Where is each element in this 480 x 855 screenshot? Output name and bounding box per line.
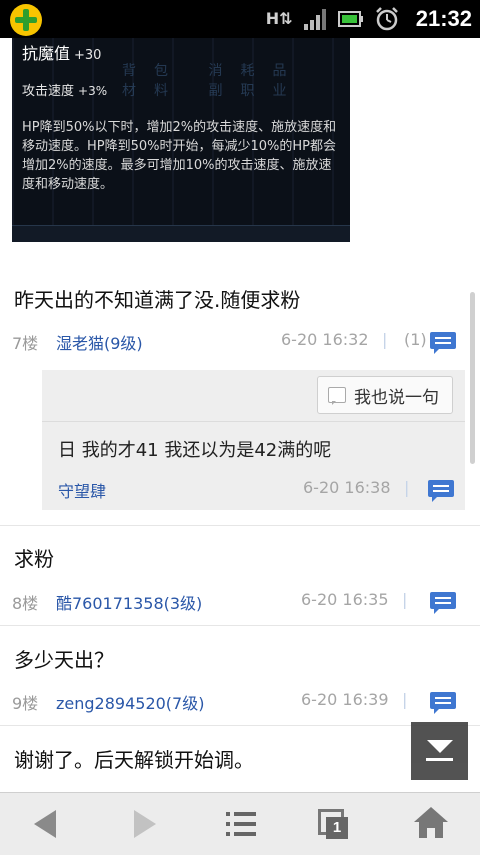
windows-count: 1 bbox=[326, 817, 348, 839]
floor-number: 9楼 bbox=[12, 694, 39, 713]
app-plus-icon bbox=[10, 4, 42, 36]
say-button-label: 我也说一句 bbox=[354, 387, 439, 408]
say-something-button[interactable]: 我也说一句 bbox=[317, 376, 453, 414]
sub-reply-author[interactable]: 守望肆 bbox=[58, 478, 106, 502]
chat-icon bbox=[328, 387, 346, 405]
forward-arrow-icon bbox=[134, 810, 156, 838]
author-link[interactable]: 酷760171358(3级) bbox=[56, 590, 202, 614]
reply-count: (1) bbox=[404, 330, 427, 349]
reply-icon[interactable] bbox=[430, 592, 456, 614]
separator: | bbox=[402, 590, 408, 609]
windows-icon: 1 bbox=[318, 809, 350, 839]
forward-button[interactable] bbox=[96, 793, 192, 855]
floor-number: 7楼 bbox=[12, 334, 39, 353]
reply-icon[interactable] bbox=[428, 480, 454, 502]
post-text: 谢谢了。后天解锁开始调。 bbox=[14, 748, 254, 772]
signal-icon bbox=[303, 9, 326, 30]
image-description: HP降到50%以下时，增加2%的攻击速度、施放速度和移动速度。HP降到50%时开… bbox=[22, 120, 337, 192]
separator: | bbox=[382, 330, 388, 349]
list-menu-icon bbox=[226, 812, 256, 836]
floor-number: 8楼 bbox=[12, 594, 39, 613]
author-link[interactable]: 湿老猫(9级) bbox=[56, 330, 143, 354]
separator: | bbox=[402, 690, 408, 709]
home-button[interactable] bbox=[384, 793, 480, 855]
scroll-to-bottom-button[interactable] bbox=[411, 722, 468, 780]
image-stat-line-2: 攻击速度 +3% bbox=[22, 84, 108, 99]
hspa-icon: H⇅ bbox=[265, 9, 293, 28]
home-icon bbox=[414, 807, 448, 839]
post-time: 6-20 16:32 bbox=[281, 330, 369, 349]
reply-icon[interactable] bbox=[430, 332, 456, 354]
menu-button[interactable] bbox=[192, 793, 288, 855]
reply-icon[interactable] bbox=[430, 692, 456, 714]
bottom-toolbar: 1 bbox=[0, 792, 480, 855]
sub-reply-box: 我也说一句 日 我的才41 我还以为是42满的呢 守望肆 6-20 16:38 … bbox=[42, 370, 465, 510]
scrollbar[interactable] bbox=[470, 292, 475, 464]
battery-icon bbox=[337, 11, 363, 27]
post-time: 6-20 16:39 bbox=[301, 690, 389, 709]
back-button[interactable] bbox=[0, 793, 96, 855]
post-meta: 9楼 zeng2894520(7级) 6-20 16:39 | bbox=[12, 690, 466, 714]
image-stat-line-1: 抗魔值 +30 bbox=[22, 44, 102, 63]
back-arrow-icon bbox=[34, 810, 56, 838]
status-bar: H⇅ 21:32 bbox=[0, 0, 480, 38]
post-text: 求粉 bbox=[14, 547, 54, 571]
post-image[interactable]: 背包 消耗品 材料 副职业 抗魔值 +30 攻击速度 +3% HP降到50%以下时，… bbox=[12, 38, 350, 242]
separator: | bbox=[404, 478, 410, 497]
author-link[interactable]: zeng2894520(7级) bbox=[56, 690, 204, 714]
sub-reply-text: 日 我的才41 我还以为是42满的呢 bbox=[58, 440, 332, 461]
post-meta: 7楼 湿老猫(9级) 6-20 16:32 | (1) bbox=[12, 330, 466, 354]
post-text: 多少天出？ bbox=[14, 648, 114, 672]
arrow-down-icon bbox=[427, 740, 453, 753]
post-text: 昨天出的不知道满了没.随便求粉 bbox=[14, 288, 301, 312]
clock-time: 21:32 bbox=[415, 6, 472, 31]
image-ghost-tabs: 背包 消耗品 材料 副职业 bbox=[122, 63, 305, 99]
alarm-clock-icon bbox=[375, 7, 398, 31]
windows-button[interactable]: 1 bbox=[288, 793, 384, 855]
post-meta: 8楼 酷760171358(3级) 6-20 16:35 | bbox=[12, 590, 466, 614]
post-time: 6-20 16:35 bbox=[301, 590, 389, 609]
sub-reply-time: 6-20 16:38 bbox=[303, 478, 391, 497]
